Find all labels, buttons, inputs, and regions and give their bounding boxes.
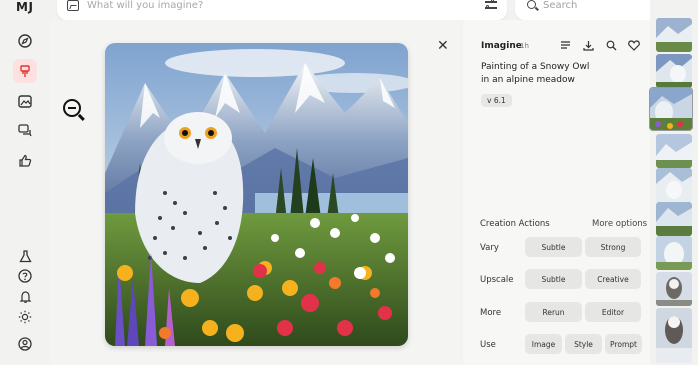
thumbs-up-icon[interactable]	[16, 152, 34, 170]
thumbnail[interactable]	[656, 18, 692, 52]
job-timestamp: 1h	[520, 42, 529, 50]
version-badge[interactable]: v 6.1	[481, 94, 512, 107]
user-icon[interactable]	[16, 335, 34, 353]
app-logo[interactable]: MJ	[16, 0, 33, 14]
thumbnail[interactable]	[656, 54, 692, 88]
upscale-label: Upscale	[480, 275, 514, 285]
flask-icon[interactable]	[16, 247, 34, 265]
bell-icon[interactable]	[16, 288, 34, 306]
editor-button[interactable]: Editor	[585, 302, 641, 322]
menu-icon[interactable]	[559, 39, 571, 51]
vary-label: Vary	[480, 243, 499, 253]
thumbnail[interactable]	[656, 272, 692, 306]
image-icon[interactable]	[16, 92, 34, 110]
search-bar[interactable]: Search	[515, 0, 670, 20]
left-sidebar: MJ	[0, 0, 50, 365]
sun-icon[interactable]	[16, 308, 34, 326]
image-upload-icon[interactable]	[67, 0, 79, 11]
thumbnail[interactable]	[656, 134, 692, 168]
thumbnail[interactable]	[656, 308, 692, 363]
prompt-line-2: in an alpine meadow	[481, 75, 575, 85]
job-toolbar	[559, 39, 640, 51]
thumbnail-selected[interactable]	[650, 88, 692, 130]
job-type-title: Imagine	[481, 41, 522, 51]
upscale-subtle-button[interactable]: Subtle	[525, 269, 582, 289]
close-icon[interactable]: ✕	[437, 38, 449, 54]
brush-icon[interactable]	[13, 59, 37, 83]
download-icon[interactable]	[582, 39, 594, 51]
use-prompt-button[interactable]: Prompt	[605, 334, 642, 354]
rerun-button[interactable]: Rerun	[525, 302, 582, 322]
chat-icon[interactable]	[16, 122, 34, 140]
prompt-line-1: Painting of a Snowy Owl	[481, 62, 590, 72]
help-icon[interactable]	[16, 267, 34, 285]
creation-actions-title: Creation Actions	[480, 219, 550, 229]
upscale-creative-button[interactable]: Creative	[585, 269, 641, 289]
prompt-input[interactable]: What will you imagine?	[87, 0, 203, 11]
more-label: More	[480, 308, 502, 318]
use-image-button[interactable]: Image	[525, 334, 562, 354]
search-icon	[527, 0, 536, 9]
thumbnail[interactable]	[656, 168, 692, 202]
settings-sliders-icon[interactable]	[485, 0, 497, 11]
thumbnail[interactable]	[656, 202, 692, 236]
vary-subtle-button[interactable]: Subtle	[525, 237, 582, 257]
generated-image[interactable]	[105, 43, 408, 346]
use-label: Use	[480, 340, 496, 350]
vary-strong-button[interactable]: Strong	[585, 237, 641, 257]
prompt-text[interactable]: Painting of a Snowy Owl in an alpine mea…	[481, 61, 601, 87]
compass-icon[interactable]	[16, 32, 34, 50]
heart-icon[interactable]	[628, 39, 640, 51]
search-icon[interactable]	[605, 39, 617, 51]
zoom-out-icon[interactable]	[63, 99, 81, 117]
thumbnail-strip	[650, 0, 698, 365]
detail-panel: Imagine 1h Painting of a Snowy Owl in an…	[463, 20, 650, 365]
imagine-prompt-bar[interactable]: What will you imagine?	[57, 0, 507, 20]
thumbnail[interactable]	[656, 236, 692, 270]
use-style-button[interactable]: Style	[565, 334, 602, 354]
more-options-link[interactable]: More options	[592, 219, 647, 229]
search-input[interactable]: Search	[543, 0, 577, 11]
